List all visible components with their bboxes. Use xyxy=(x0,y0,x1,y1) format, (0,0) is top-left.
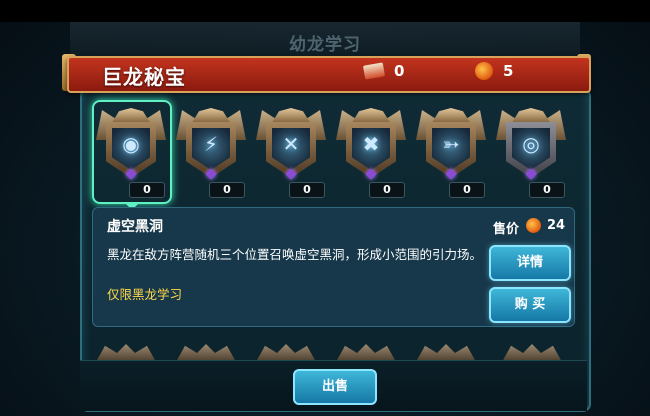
skill-slot-2[interactable]: ⚡ 0 xyxy=(176,104,246,199)
void-orb-icon: ◉ xyxy=(122,132,140,156)
skill-slot-4[interactable]: ✖ 0 xyxy=(336,104,406,199)
scroll-count: 0 xyxy=(394,62,405,80)
skill-count: 0 xyxy=(209,182,245,198)
skill-slot-1[interactable]: ◉ 0 xyxy=(92,100,172,210)
panel-title: 巨龙秘宝 xyxy=(102,65,186,89)
coin-resource: 5 xyxy=(475,62,513,80)
price-label: 售价 xyxy=(493,222,520,237)
screen-title: 幼龙学习 xyxy=(289,35,361,55)
crossed-swords-icon: ✕ xyxy=(282,132,300,156)
bolt-heart-icon: ⚡ xyxy=(203,132,219,156)
skill-slot-5[interactable]: ➳ 0 xyxy=(416,104,486,199)
dragon-coin-icon xyxy=(475,62,493,80)
skill-count: 0 xyxy=(289,182,325,198)
skill-count: 0 xyxy=(129,182,165,198)
top-bar xyxy=(0,0,650,22)
ring-icon: ◎ xyxy=(522,132,540,156)
price-value: 24 xyxy=(547,218,566,233)
skill-description: 黑龙在敌方阵营随机三个位置召唤虚空黑洞，形成小范围的引力场。 xyxy=(107,247,483,262)
sell-button[interactable]: 出售 xyxy=(293,369,377,405)
skill-slot-3[interactable]: ✕ 0 xyxy=(256,104,326,199)
skill-slot-6[interactable]: ◎ 0 xyxy=(496,104,566,199)
skill-count: 0 xyxy=(449,182,485,198)
coin-count: 5 xyxy=(503,62,514,80)
skill-count: 0 xyxy=(369,182,405,198)
dragon-coin-icon xyxy=(526,218,541,233)
skill-name: 虚空黑洞 xyxy=(107,219,163,235)
details-button[interactable]: 详情 xyxy=(489,245,571,281)
skill-restriction: 仅限黑龙学习 xyxy=(107,287,183,302)
scroll-icon xyxy=(362,62,386,80)
skill-count: 0 xyxy=(529,182,565,198)
buy-button[interactable]: 购 买 xyxy=(489,287,571,323)
scroll-resource: 0 xyxy=(362,62,405,80)
wind-arrow-icon: ➳ xyxy=(442,132,460,156)
shattered-shield-icon: ✖ xyxy=(362,132,380,156)
